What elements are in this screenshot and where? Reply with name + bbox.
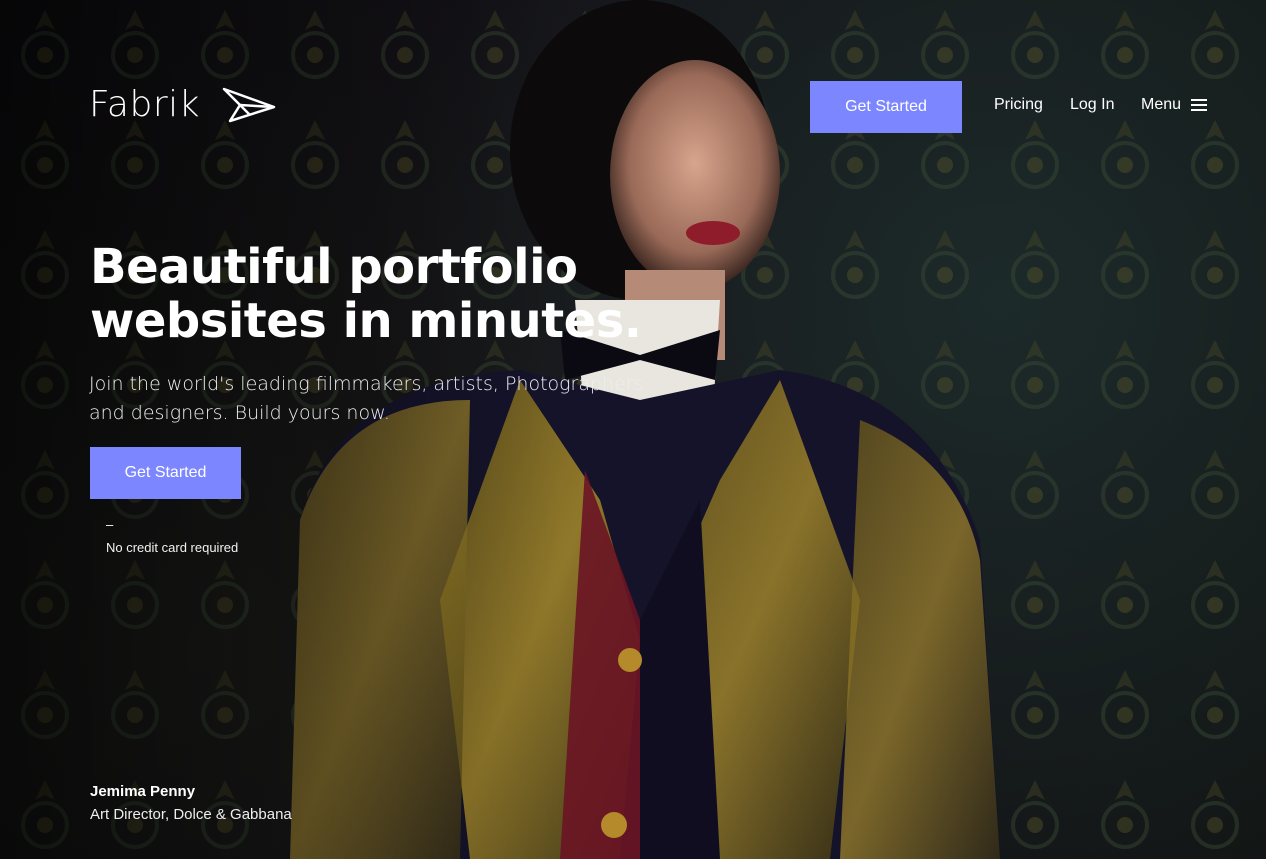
- hero-headline: Beautiful portfolio websites in minutes.: [90, 240, 690, 348]
- credit-name: Jemima Penny: [90, 783, 196, 800]
- paper-plane-icon: [222, 87, 276, 122]
- nav-link-pricing[interactable]: Pricing: [994, 96, 1043, 114]
- menu-label: Menu: [1141, 96, 1182, 113]
- no-credit-card-note: No credit card required: [106, 540, 239, 555]
- hero-get-started-button[interactable]: Get Started: [90, 447, 241, 499]
- brand-name: Fabrik: [89, 84, 200, 125]
- hero-section: Fabrik Get Started Pricing Log In Menu B…: [0, 0, 1266, 859]
- credit-role: Art Director, Dolce & Gabbana: [90, 806, 292, 823]
- note-dash: –: [106, 517, 114, 532]
- hamburger-icon: [1191, 99, 1208, 111]
- hero-subtext: Join the world's leading filmmakers, art…: [89, 373, 644, 424]
- brand-logo[interactable]: Fabrik: [89, 84, 276, 125]
- nav-link-log-in[interactable]: Log In: [1070, 96, 1114, 114]
- headline-line-1: Beautiful portfolio: [90, 239, 578, 295]
- nav-get-started-button[interactable]: Get Started: [810, 81, 962, 133]
- menu-button[interactable]: Menu: [1141, 96, 1208, 114]
- headline-line-2: websites in minutes.: [90, 293, 642, 349]
- top-navigation: Fabrik Get Started Pricing Log In Menu: [0, 0, 1266, 180]
